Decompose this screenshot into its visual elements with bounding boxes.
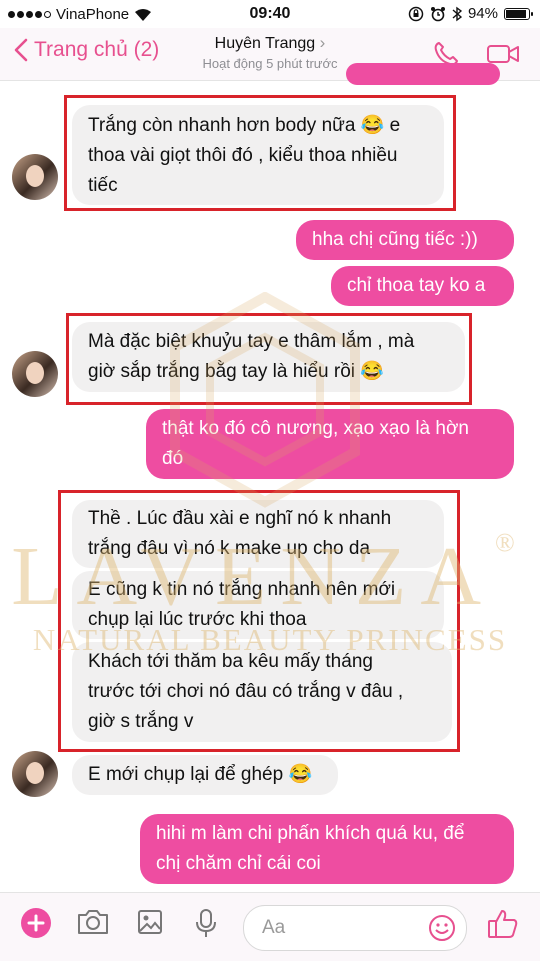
message-line: hihi m làm chi phấn khích quá ku, để: [156, 823, 465, 844]
highlight-frame: [66, 313, 472, 405]
status-bar: VinaPhone 09:40 94%: [0, 0, 540, 28]
microphone-icon[interactable]: [194, 907, 218, 939]
message-line: đó: [162, 448, 184, 469]
message-input[interactable]: Aa: [243, 905, 467, 951]
rotation-lock-icon: [408, 6, 424, 21]
battery-percent: 94%: [467, 5, 498, 22]
composer-toolbar: Aa: [0, 892, 540, 961]
contact-avatar[interactable]: [12, 154, 58, 200]
camera-icon[interactable]: [76, 907, 110, 937]
bluetooth-icon: [452, 6, 462, 21]
alarm-icon: [430, 6, 445, 21]
message-bubble-incoming[interactable]: E mới chụp lại để ghép 😂: [72, 755, 338, 795]
contact-avatar[interactable]: [12, 751, 58, 797]
emoji-icon[interactable]: [428, 914, 456, 942]
message-line: chị chăm chỉ cái coi: [156, 853, 321, 874]
message-bubble-outgoing[interactable]: chỉ thoa tay ko a: [331, 266, 514, 306]
highlight-frame: [64, 95, 456, 211]
chevron-right-icon: ›: [319, 33, 326, 52]
message-bubble-outgoing[interactable]: thật ko đó cô nương, xạo xạo là hờn đó: [146, 409, 514, 479]
thumbs-up-icon[interactable]: [486, 907, 520, 941]
message-line: chỉ thoa tay ko a: [347, 275, 486, 296]
message-line: thật ko đó cô nương, xạo xạo là hờn: [162, 418, 469, 439]
contact-avatar[interactable]: [12, 351, 58, 397]
message-bubble-outgoing[interactable]: hihi m làm chi phấn khích quá ku, để chị…: [140, 814, 514, 884]
message-input-placeholder: Aa: [262, 917, 286, 938]
message-line: hha chị cũng tiếc :)): [312, 229, 478, 250]
highlight-frame: [58, 490, 460, 752]
message-bubble-partial: [346, 63, 500, 85]
message-list[interactable]: Trắng còn nhanh hơn body nữa 😂 e thoa và…: [0, 63, 540, 891]
contact-name: Huyên Trangg: [214, 35, 316, 52]
message-bubble-outgoing[interactable]: hha chị cũng tiếc :)): [296, 220, 514, 260]
plus-icon[interactable]: [20, 907, 52, 939]
battery-icon: [504, 7, 533, 20]
photo-gallery-icon[interactable]: [136, 907, 164, 937]
message-line: E mới chụp lại để ghép 😂: [88, 764, 313, 785]
